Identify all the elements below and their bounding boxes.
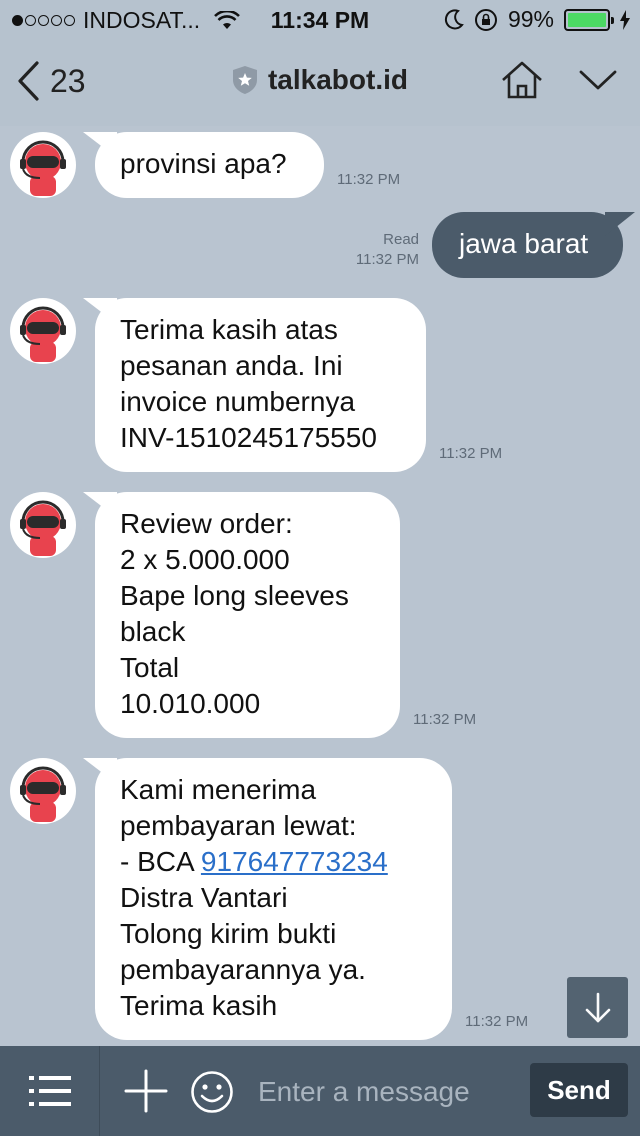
message-time: 11:32 PM: [439, 445, 503, 462]
message-line: Bape long sleeves: [120, 580, 349, 611]
message-line: 10.010.000: [120, 688, 261, 719]
message-line: Kami menerima: [120, 774, 317, 805]
battery-icon: [564, 8, 614, 31]
bot-avatar[interactable]: [10, 298, 76, 364]
bank-prefix: - BCA: [120, 846, 201, 877]
bot-avatar[interactable]: [10, 758, 76, 824]
chat-area[interactable]: provinsi apa? 11:32 PM Read 11:32 PM jaw…: [0, 126, 640, 1046]
message-line: Distra Vantari: [120, 882, 288, 913]
bot-avatar-icon: [20, 306, 66, 362]
read-status: Read: [383, 231, 419, 248]
message-bubble-incoming[interactable]: Terima kasih atas pesanan anda. Ini invo…: [95, 298, 426, 472]
attach-button[interactable]: [124, 1069, 168, 1118]
home-icon[interactable]: [500, 60, 544, 100]
official-badge-icon: [232, 66, 257, 94]
message-line: Tolong kirim bukti: [120, 918, 337, 949]
message-line: Terima kasih atas: [120, 314, 338, 345]
charging-bolt-icon: [620, 9, 630, 30]
send-button[interactable]: Send: [530, 1063, 628, 1117]
chevron-down-icon[interactable]: [578, 68, 618, 92]
battery-percent: 99%: [507, 6, 554, 32]
arrow-down-icon: [585, 992, 610, 1022]
bot-avatar[interactable]: [10, 132, 76, 198]
message-bubble-outgoing[interactable]: jawa barat: [432, 212, 623, 278]
message-line: INV-1510245175550: [120, 422, 377, 453]
moon-icon: [444, 8, 464, 29]
emoji-button[interactable]: [190, 1070, 234, 1119]
message-line: pembayaran lewat:: [120, 810, 357, 841]
bot-avatar-icon: [20, 140, 66, 196]
bot-avatar-icon: [20, 766, 66, 822]
message-input[interactable]: [250, 1070, 520, 1114]
chat-header: 23 talkabot.id: [0, 40, 640, 126]
emoji-icon: [191, 1071, 233, 1113]
message-bubble-incoming[interactable]: Review order: 2 x 5.000.000 Bape long sl…: [95, 492, 400, 738]
rotation-lock-icon: [474, 8, 497, 31]
message-composer: Send: [0, 1046, 640, 1136]
message-text: provinsi apa?: [120, 148, 287, 179]
message-line: Terima kasih: [120, 990, 278, 1021]
message-line: Review order:: [120, 508, 293, 539]
menu-icon: [28, 1076, 71, 1106]
message-line: 2 x 5.000.000: [120, 544, 290, 575]
bot-avatar[interactable]: [10, 492, 76, 558]
message-line: Total: [120, 652, 180, 683]
battery-fill: [568, 12, 606, 27]
chat-title-text: talkabot.id: [267, 64, 408, 95]
scroll-to-bottom-button[interactable]: [567, 977, 628, 1038]
message-time: 11:32 PM: [355, 251, 419, 268]
message-line-with-link: - BCA 917647773234: [120, 844, 426, 880]
menu-button[interactable]: [0, 1046, 100, 1136]
message-bubble-incoming[interactable]: Kami menerima pembayaran lewat: - BCA 91…: [95, 758, 452, 1040]
header-actions: [500, 60, 618, 100]
message-line: pesanan anda. Ini: [120, 350, 343, 381]
status-right: 99%: [444, 6, 630, 33]
message-line: pembayarannya ya.: [120, 954, 366, 985]
plus-icon: [124, 1069, 168, 1113]
message-text: jawa barat: [459, 228, 589, 259]
message-time: 11:32 PM: [413, 711, 477, 728]
account-number-link[interactable]: 917647773234: [201, 846, 388, 877]
bot-avatar-icon: [20, 500, 66, 556]
message-time: 11:32 PM: [337, 171, 401, 188]
message-line: invoice numbernya: [120, 386, 356, 417]
message-line: black: [120, 616, 186, 647]
message-time: 11:32 PM: [465, 1013, 529, 1030]
message-bubble-incoming[interactable]: provinsi apa?: [95, 132, 324, 198]
status-bar: INDOSAT... 11:34 PM 99%: [0, 0, 640, 40]
